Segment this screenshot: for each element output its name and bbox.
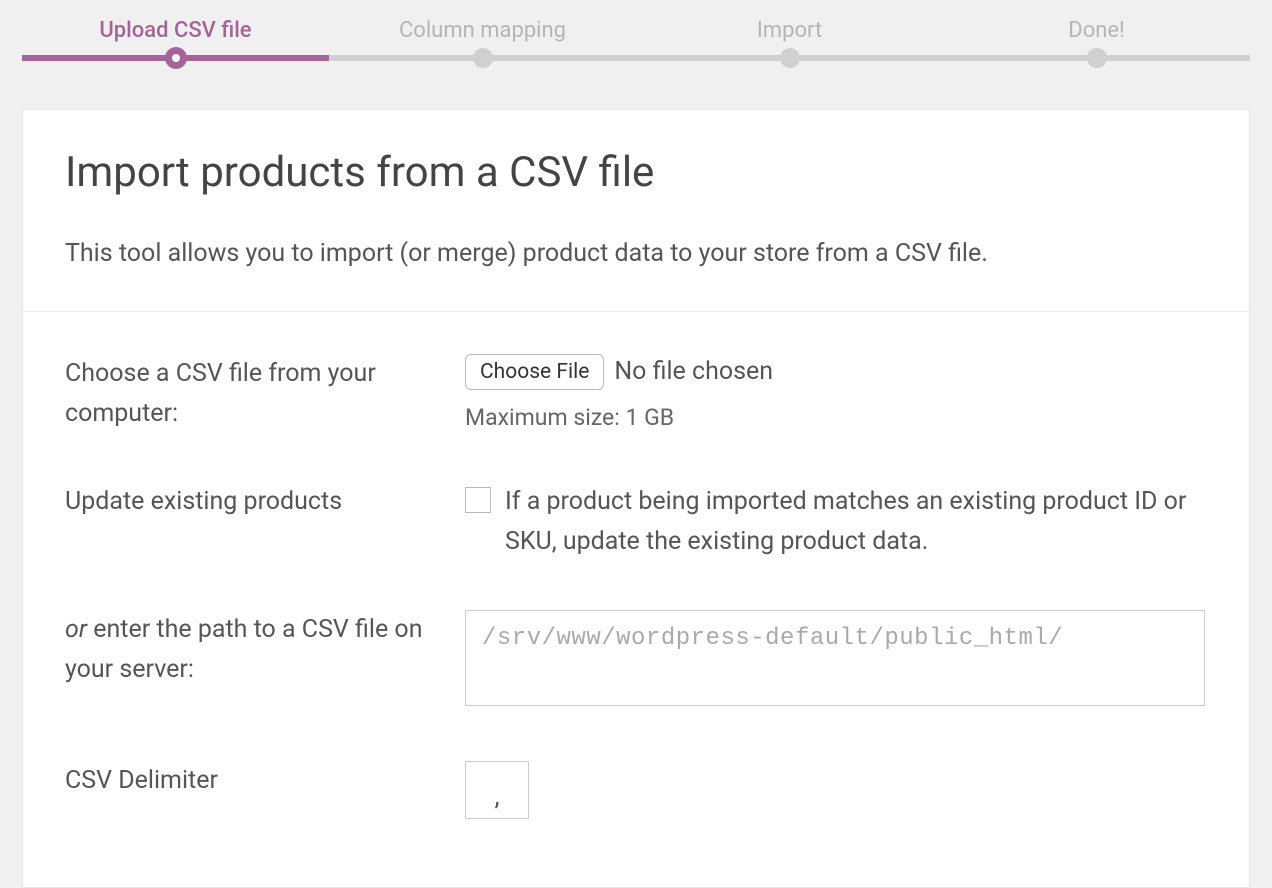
page-title: Import products from a CSV file [65, 148, 1207, 197]
progress-stepper: Upload CSV file Column mapping Import Do… [22, 0, 1250, 61]
server-path-input[interactable] [465, 610, 1205, 706]
import-card: Import products from a CSV file This too… [22, 109, 1250, 888]
server-path-label: or enter the path to a CSV file on your … [65, 610, 465, 690]
step-done: Done! [943, 18, 1250, 43]
file-status: No file chosen [614, 357, 773, 386]
delimiter-label: CSV Delimiter [65, 761, 465, 801]
update-existing-description: If a product being imported matches an e… [505, 482, 1207, 562]
file-field-label: Choose a CSV file from your computer: [65, 354, 465, 434]
update-existing-label: Update existing products [65, 482, 465, 522]
choose-file-button[interactable]: Choose File [465, 354, 604, 390]
step-mapping: Column mapping [329, 18, 636, 43]
step-upload: Upload CSV file [22, 18, 329, 43]
progress-dot-3 [780, 48, 800, 68]
progress-dot-4 [1087, 48, 1107, 68]
file-size-hint: Maximum size: 1 GB [465, 404, 1207, 431]
update-existing-checkbox[interactable] [465, 487, 491, 513]
step-import: Import [636, 18, 943, 43]
page-description: This tool allows you to import (or merge… [65, 235, 1207, 273]
progress-track [22, 55, 1250, 61]
progress-dot-2 [473, 48, 493, 68]
delimiter-input[interactable] [465, 761, 529, 819]
progress-dot-1 [165, 47, 187, 69]
